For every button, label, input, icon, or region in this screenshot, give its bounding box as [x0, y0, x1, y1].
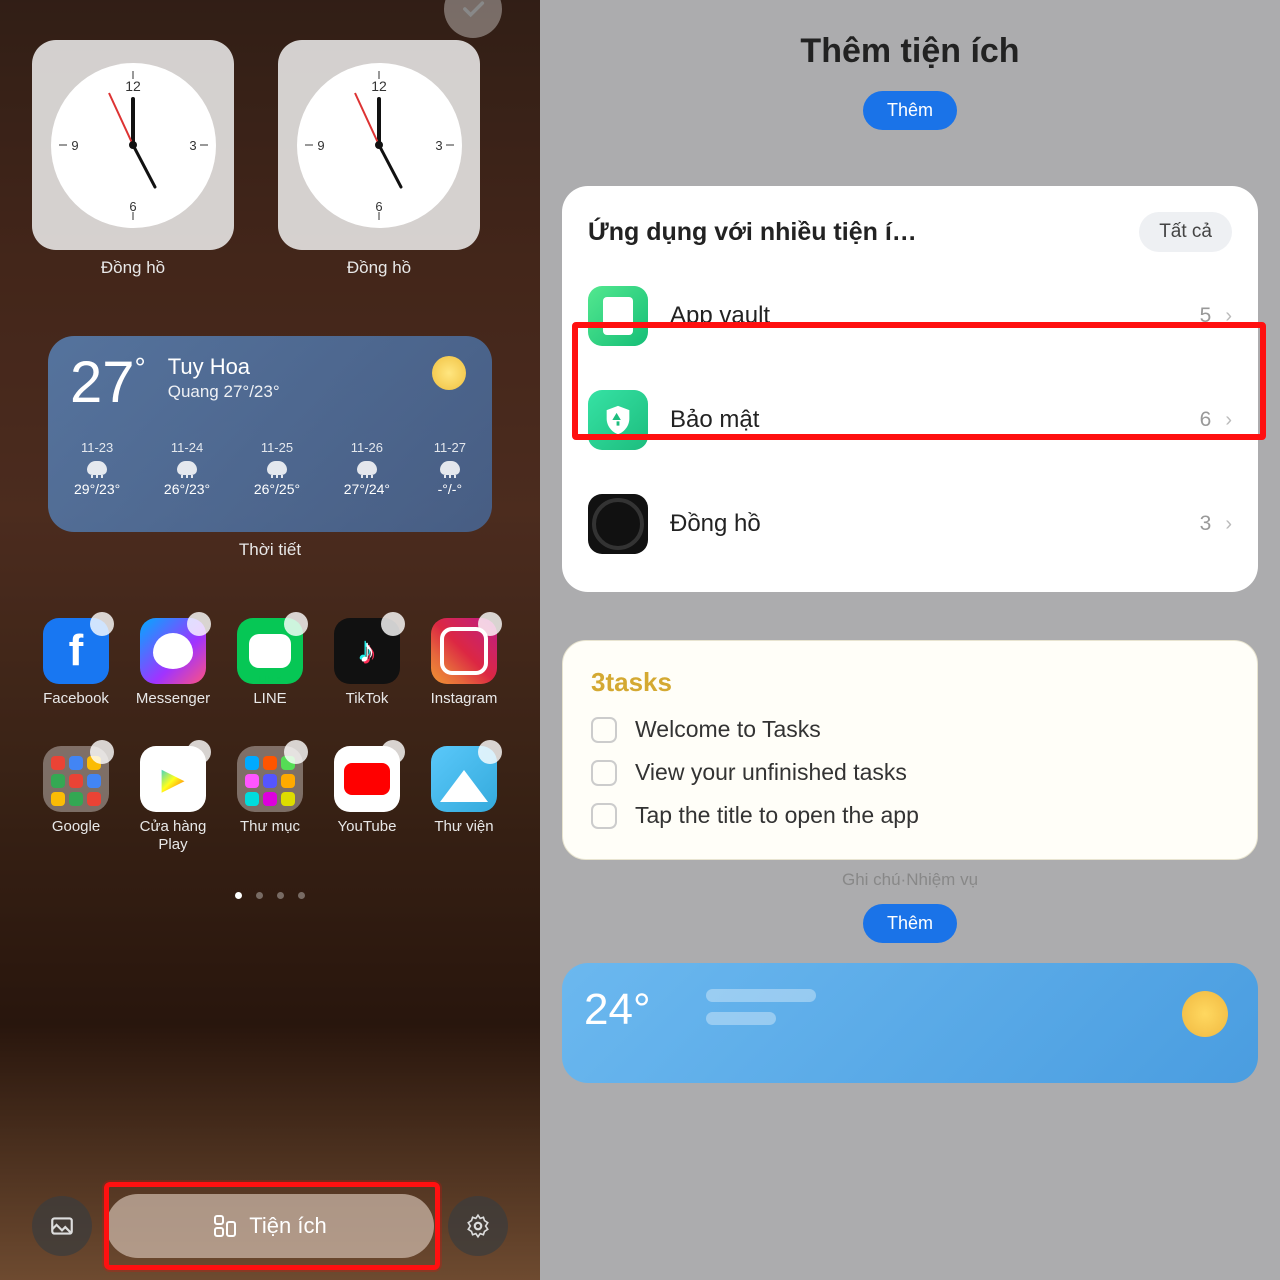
- page-title: Thêm tiện ích: [540, 32, 1280, 71]
- highlight-annotation: [572, 322, 1266, 440]
- current-temp: 27°: [70, 354, 146, 412]
- app-facebook[interactable]: Facebook: [30, 618, 122, 708]
- checkbox-icon: [591, 760, 617, 786]
- confirm-button[interactable]: [444, 0, 502, 38]
- app-instagram[interactable]: Instagram: [418, 618, 510, 708]
- forecast-day: 11-2426°/23°: [164, 440, 210, 497]
- task-row: Tap the title to open the app: [591, 802, 1229, 829]
- app-play-store[interactable]: Cửa hàng Play: [127, 746, 219, 854]
- highlight-annotation: [104, 1182, 440, 1270]
- forecast-day: 11-2526°/25°: [254, 440, 300, 497]
- tasks-title: 3tasks: [591, 667, 1229, 698]
- placeholder-bars: [706, 989, 816, 1035]
- forecast-day: 11-2329°/23°: [74, 440, 120, 497]
- widget-label: Đồng hồ: [278, 258, 480, 278]
- svg-text:6: 6: [129, 199, 136, 214]
- svg-text:9: 9: [317, 138, 324, 153]
- sun-icon: [432, 356, 466, 390]
- clock-face-icon: 12 3 6 9: [297, 63, 462, 228]
- svg-text:6: 6: [375, 199, 382, 214]
- svg-text:3: 3: [435, 138, 442, 153]
- sun-icon: [1182, 991, 1228, 1037]
- apps-with-widgets-section: Ứng dụng với nhiều tiện í… Tất cả App va…: [562, 186, 1258, 592]
- forecast-day: 11-2627°/24°: [344, 440, 390, 497]
- location-name: Tuy Hoa: [168, 354, 280, 380]
- task-row: Welcome to Tasks: [591, 716, 1229, 743]
- image-icon: [49, 1213, 75, 1239]
- app-line[interactable]: LINELINE: [224, 618, 316, 708]
- task-row: View your unfinished tasks: [591, 759, 1229, 786]
- widget-footer-label: Ghi chú·Nhiệm vụ: [540, 870, 1280, 890]
- app-folder[interactable]: Thư mục: [224, 746, 316, 854]
- app-youtube[interactable]: YouTube: [321, 746, 413, 854]
- app-messenger[interactable]: Messenger: [127, 618, 219, 708]
- home-screen-edit: 12 3 6 9 Đồng hồ: [0, 0, 540, 1280]
- widget-label: Thời tiết: [0, 540, 540, 560]
- widget-picker-panel: Thêm tiện ích Thêm Ứng dụng với nhiều ti…: [540, 0, 1280, 1280]
- svg-text:12: 12: [125, 78, 141, 94]
- clock-widget-1[interactable]: 12 3 6 9 Đồng hồ: [32, 40, 234, 278]
- svg-text:12: 12: [371, 78, 387, 94]
- add-button[interactable]: Thêm: [863, 91, 957, 130]
- app-tiktok[interactable]: TikTok: [321, 618, 413, 708]
- all-button[interactable]: Tất cả: [1139, 212, 1232, 252]
- app-gallery[interactable]: Thư viện: [418, 746, 510, 854]
- list-item-clock[interactable]: Đồng hồ 3 ›: [562, 472, 1258, 576]
- preview-temp: 24°: [584, 985, 651, 1034]
- weather-widget[interactable]: 27° Tuy Hoa Quang 27°/23° 11-2329°/23° 1…: [48, 336, 492, 532]
- condition-text: Quang 27°/23°: [168, 382, 280, 402]
- clock-icon: [588, 494, 648, 554]
- item-count: 3: [1200, 512, 1212, 536]
- gear-icon: [465, 1213, 491, 1239]
- tasks-widget-preview[interactable]: 3tasks Welcome to Tasks View your unfini…: [562, 640, 1258, 860]
- check-icon: [459, 0, 487, 23]
- checkbox-icon: [591, 803, 617, 829]
- clock-face-icon: 12 3 6 9: [51, 63, 216, 228]
- settings-button[interactable]: [448, 1196, 508, 1256]
- item-label: Đồng hồ: [670, 510, 1200, 538]
- add-button[interactable]: Thêm: [863, 904, 957, 943]
- weather-widget-preview[interactable]: 24°: [562, 963, 1258, 1083]
- svg-text:9: 9: [71, 138, 78, 153]
- checkbox-icon: [591, 717, 617, 743]
- page-indicator: [0, 892, 540, 899]
- section-title: Ứng dụng với nhiều tiện í…: [588, 218, 917, 247]
- clock-widget-2[interactable]: 12 3 6 9 Đồng hồ: [278, 40, 480, 278]
- chevron-right-icon: ›: [1225, 513, 1232, 536]
- svg-text:3: 3: [189, 138, 196, 153]
- forecast-day: 11-27-°/-°: [434, 440, 466, 497]
- wallpaper-button[interactable]: [32, 1196, 92, 1256]
- app-google-folder[interactable]: Google: [30, 746, 122, 854]
- widget-label: Đồng hồ: [32, 258, 234, 278]
